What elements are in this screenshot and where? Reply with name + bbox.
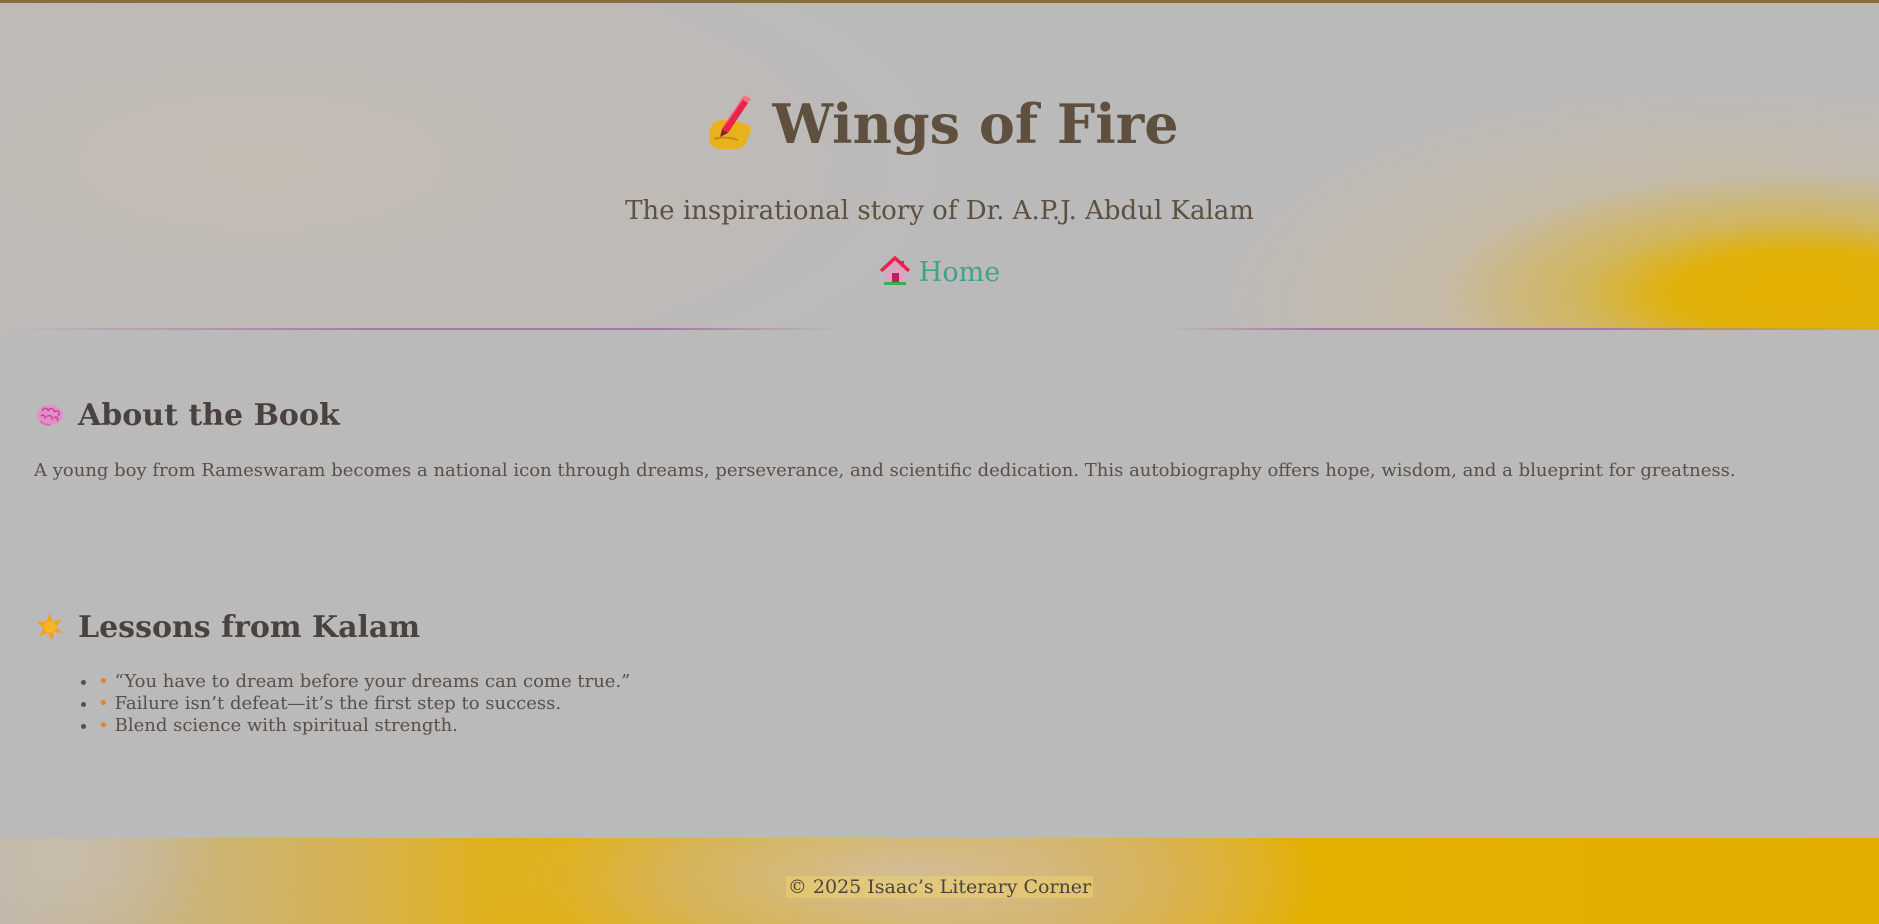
nav-home-label: Home [918,257,1001,288]
page: Wings of Fire The inspirational story of… [0,0,1879,924]
about-heading-text: About the Book [78,398,340,433]
list-item: •“You have to dream before your dreams c… [98,671,630,693]
page-title: Wings of Fire [0,91,1879,157]
brain-icon [34,399,66,431]
lessons-list: •“You have to dream before your dreams c… [64,671,630,737]
lessons-heading-text: Lessons from Kalam [78,610,421,645]
page-subtitle: The inspirational story of Dr. A.P.J. Ab… [625,196,1254,226]
lesson-text: Blend science with spiritual strength. [114,715,458,736]
about-text: A young boy from Rameswaram becomes a na… [34,460,1736,481]
site-footer: © 2025 Isaac’s Literary Corner [0,838,1879,924]
footer-copyright: © 2025 Isaac’s Literary Corner [0,874,1879,900]
orange-bullet-icon: • [98,715,109,736]
lesson-text: Failure isn’t defeat—it’s the first step… [114,693,562,714]
list-item: •Failure isn’t defeat—it’s the first ste… [98,693,630,715]
main-nav: Home [0,255,1879,291]
site-header: Wings of Fire The inspirational story of… [0,0,1879,330]
title-text: Wings of Fire [772,92,1179,156]
list-item: •Blend science with spiritual strength. [98,715,630,737]
house-icon [879,255,911,287]
nav-home-link[interactable]: Home [879,255,1001,288]
orange-bullet-icon: • [98,671,109,692]
sparkle-icon [34,611,66,643]
header-divider [0,328,1879,330]
about-heading: About the Book [34,396,340,436]
lessons-heading: Lessons from Kalam [34,608,420,648]
footer-text: © 2025 Isaac’s Literary Corner [785,876,1094,898]
lesson-text: “You have to dream before your dreams ca… [114,671,631,692]
writing-hand-icon [700,93,758,151]
orange-bullet-icon: • [98,693,109,714]
